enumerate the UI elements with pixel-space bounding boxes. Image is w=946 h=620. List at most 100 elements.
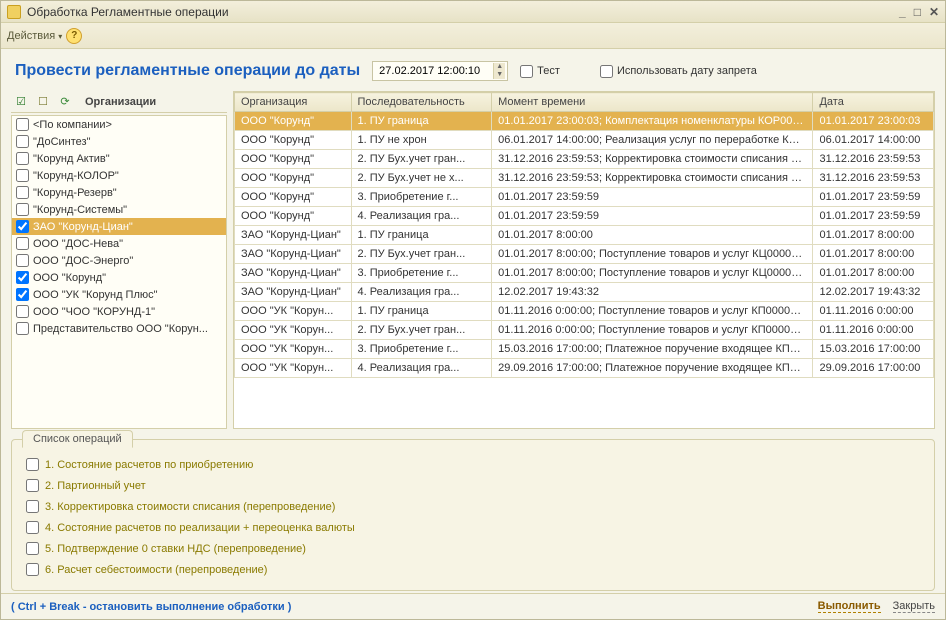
org-label: "Корунд Актив" (33, 153, 110, 165)
org-checkbox[interactable] (16, 152, 29, 165)
table-cell: 01.01.2017 8:00:00; Поступление товаров … (492, 264, 813, 283)
column-header[interactable]: Дата (813, 93, 934, 112)
org-label: <По компании> (33, 119, 112, 131)
operation-checkbox[interactable] (26, 479, 39, 492)
table-cell: 29.09.2016 17:00:00; Платежное поручение… (492, 359, 813, 378)
uncheck-all-icon[interactable]: ☐ (35, 94, 51, 110)
test-checkbox[interactable]: Тест (520, 65, 560, 78)
use-ban-date-checkbox[interactable]: Использовать дату запрета (600, 65, 757, 78)
org-label: "Корунд-Системы" (33, 204, 127, 216)
close-link[interactable]: Закрыть (893, 600, 935, 613)
table-cell: 2. ПУ Бух.учет гран... (351, 150, 492, 169)
operation-item[interactable]: 6. Расчет себестоимости (перепроведение) (24, 559, 922, 580)
operation-item[interactable]: 4. Состояние расчетов по реализации + пе… (24, 517, 922, 538)
maximize-button[interactable]: □ (914, 5, 921, 19)
operation-label: 5. Подтверждение 0 ставки НДС (перепрове… (45, 543, 306, 555)
run-button[interactable]: Выполнить (818, 600, 881, 613)
minimize-button[interactable]: _ (899, 5, 906, 19)
org-checkbox[interactable] (16, 254, 29, 267)
check-all-icon[interactable]: ☑ (13, 94, 29, 110)
org-item[interactable]: "Корунд-Системы" (12, 201, 226, 218)
org-item[interactable]: Представительство ООО "Корун... (12, 320, 226, 337)
app-icon (7, 5, 21, 19)
org-item[interactable]: ЗАО "Корунд-Циан" (12, 218, 226, 235)
data-grid[interactable]: ОрганизацияПоследовательностьМомент врем… (233, 91, 935, 429)
table-cell: 1. ПУ не хрон (351, 131, 492, 150)
window-title: Обработка Регламентные операции (27, 5, 229, 19)
operation-checkbox[interactable] (26, 542, 39, 555)
date-spin-up[interactable]: ▲ (493, 63, 505, 71)
table-cell: 1. ПУ граница (351, 226, 492, 245)
org-item[interactable]: ООО "ЧОО "КОРУНД-1" (12, 303, 226, 320)
operation-item[interactable]: 1. Состояние расчетов по приобретению (24, 454, 922, 475)
org-checkbox[interactable] (16, 135, 29, 148)
org-item[interactable]: "Корунд Актив" (12, 150, 226, 167)
table-cell: ООО "Корунд" (235, 131, 352, 150)
actions-menu[interactable]: Действия ▾ (7, 30, 62, 42)
org-checkbox[interactable] (16, 203, 29, 216)
table-row[interactable]: ЗАО "Корунд-Циан"1. ПУ граница01.01.2017… (235, 226, 934, 245)
operation-label: 1. Состояние расчетов по приобретению (45, 459, 253, 471)
org-checkbox[interactable] (16, 186, 29, 199)
date-field[interactable]: ▲ ▼ (372, 61, 508, 81)
org-checkbox[interactable] (16, 220, 29, 233)
table-cell: ЗАО "Корунд-Циан" (235, 245, 352, 264)
column-header[interactable]: Момент времени (492, 93, 813, 112)
column-header[interactable]: Последовательность (351, 93, 492, 112)
org-item[interactable]: ООО "УК "Корунд Плюс" (12, 286, 226, 303)
table-row[interactable]: ООО "УК "Корун...4. Реализация гра...29.… (235, 359, 934, 378)
table-row[interactable]: ООО "Корунд"2. ПУ Бух.учет гран...31.12.… (235, 150, 934, 169)
table-row[interactable]: ЗАО "Корунд-Циан"2. ПУ Бух.учет гран...0… (235, 245, 934, 264)
table-row[interactable]: ООО "Корунд"1. ПУ граница01.01.2017 23:0… (235, 112, 934, 131)
table-row[interactable]: ООО "Корунд"1. ПУ не хрон06.01.2017 14:0… (235, 131, 934, 150)
operation-checkbox[interactable] (26, 563, 39, 576)
table-row[interactable]: ООО "Корунд"2. ПУ Бух.учет не х...31.12.… (235, 169, 934, 188)
column-header[interactable]: Организация (235, 93, 352, 112)
date-spin-down[interactable]: ▼ (493, 71, 505, 79)
content-area: Провести регламентные операции до даты ▲… (1, 49, 945, 593)
table-row[interactable]: ЗАО "Корунд-Циан"3. Приобретение г...01.… (235, 264, 934, 283)
table-row[interactable]: ООО "УК "Корун...1. ПУ граница01.11.2016… (235, 302, 934, 321)
date-input[interactable] (375, 63, 493, 79)
org-checkbox[interactable] (16, 237, 29, 250)
operations-tab[interactable]: Список операций (22, 430, 133, 448)
org-item[interactable]: "Корунд-Резерв" (12, 184, 226, 201)
org-item[interactable]: "Корунд-КОЛОР" (12, 167, 226, 184)
org-checkbox[interactable] (16, 169, 29, 182)
table-cell: 01.01.2017 8:00:00 (813, 226, 934, 245)
org-item[interactable]: ООО "ДОС-Нева" (12, 235, 226, 252)
window: Обработка Регламентные операции _ □ ✕ Де… (0, 0, 946, 620)
table-row[interactable]: ЗАО "Корунд-Циан"4. Реализация гра...12.… (235, 283, 934, 302)
org-item[interactable]: "ДоСинтез" (12, 133, 226, 150)
operation-checkbox[interactable] (26, 521, 39, 534)
org-checkbox[interactable] (16, 118, 29, 131)
org-item[interactable]: <По компании> (12, 116, 226, 133)
operation-checkbox[interactable] (26, 458, 39, 471)
table-cell: 01.01.2017 23:00:03; Комплектация номенк… (492, 112, 813, 131)
refresh-icon[interactable]: ⟳ (57, 94, 73, 110)
footer-hint: ( Ctrl + Break - остановить выполнение о… (11, 601, 291, 613)
operations-panel: Список операций 1. Состояние расчетов по… (11, 439, 935, 591)
org-checkbox[interactable] (16, 288, 29, 301)
org-checkbox[interactable] (16, 305, 29, 318)
help-icon[interactable]: ? (66, 28, 82, 44)
operation-item[interactable]: 5. Подтверждение 0 ставки НДС (перепрове… (24, 538, 922, 559)
org-item[interactable]: ООО "ДОС-Энерго" (12, 252, 226, 269)
table-cell: 06.01.2017 14:00:00; Реализация услуг по… (492, 131, 813, 150)
operation-item[interactable]: 2. Партионный учет (24, 475, 922, 496)
table-row[interactable]: ООО "Корунд"3. Приобретение г...01.01.20… (235, 188, 934, 207)
organizations-list[interactable]: <По компании> "ДоСинтез" "Корунд Актив" "Ко… (11, 115, 227, 429)
operation-item[interactable]: 3. Корректировка стоимости списания (пер… (24, 496, 922, 517)
table-cell: 01.01.2017 23:59:59 (492, 207, 813, 226)
org-label: "Корунд-Резерв" (33, 187, 117, 199)
table-row[interactable]: ООО "УК "Корун...3. Приобретение г...15.… (235, 340, 934, 359)
org-checkbox[interactable] (16, 322, 29, 335)
operation-checkbox[interactable] (26, 500, 39, 513)
org-label: "Корунд-КОЛОР" (33, 170, 119, 182)
close-button[interactable]: ✕ (929, 5, 939, 19)
org-checkbox[interactable] (16, 271, 29, 284)
org-item[interactable]: ООО "Корунд" (12, 269, 226, 286)
table-cell: 2. ПУ Бух.учет не х... (351, 169, 492, 188)
table-row[interactable]: ООО "УК "Корун...2. ПУ Бух.учет гран...0… (235, 321, 934, 340)
table-row[interactable]: ООО "Корунд"4. Реализация гра...01.01.20… (235, 207, 934, 226)
